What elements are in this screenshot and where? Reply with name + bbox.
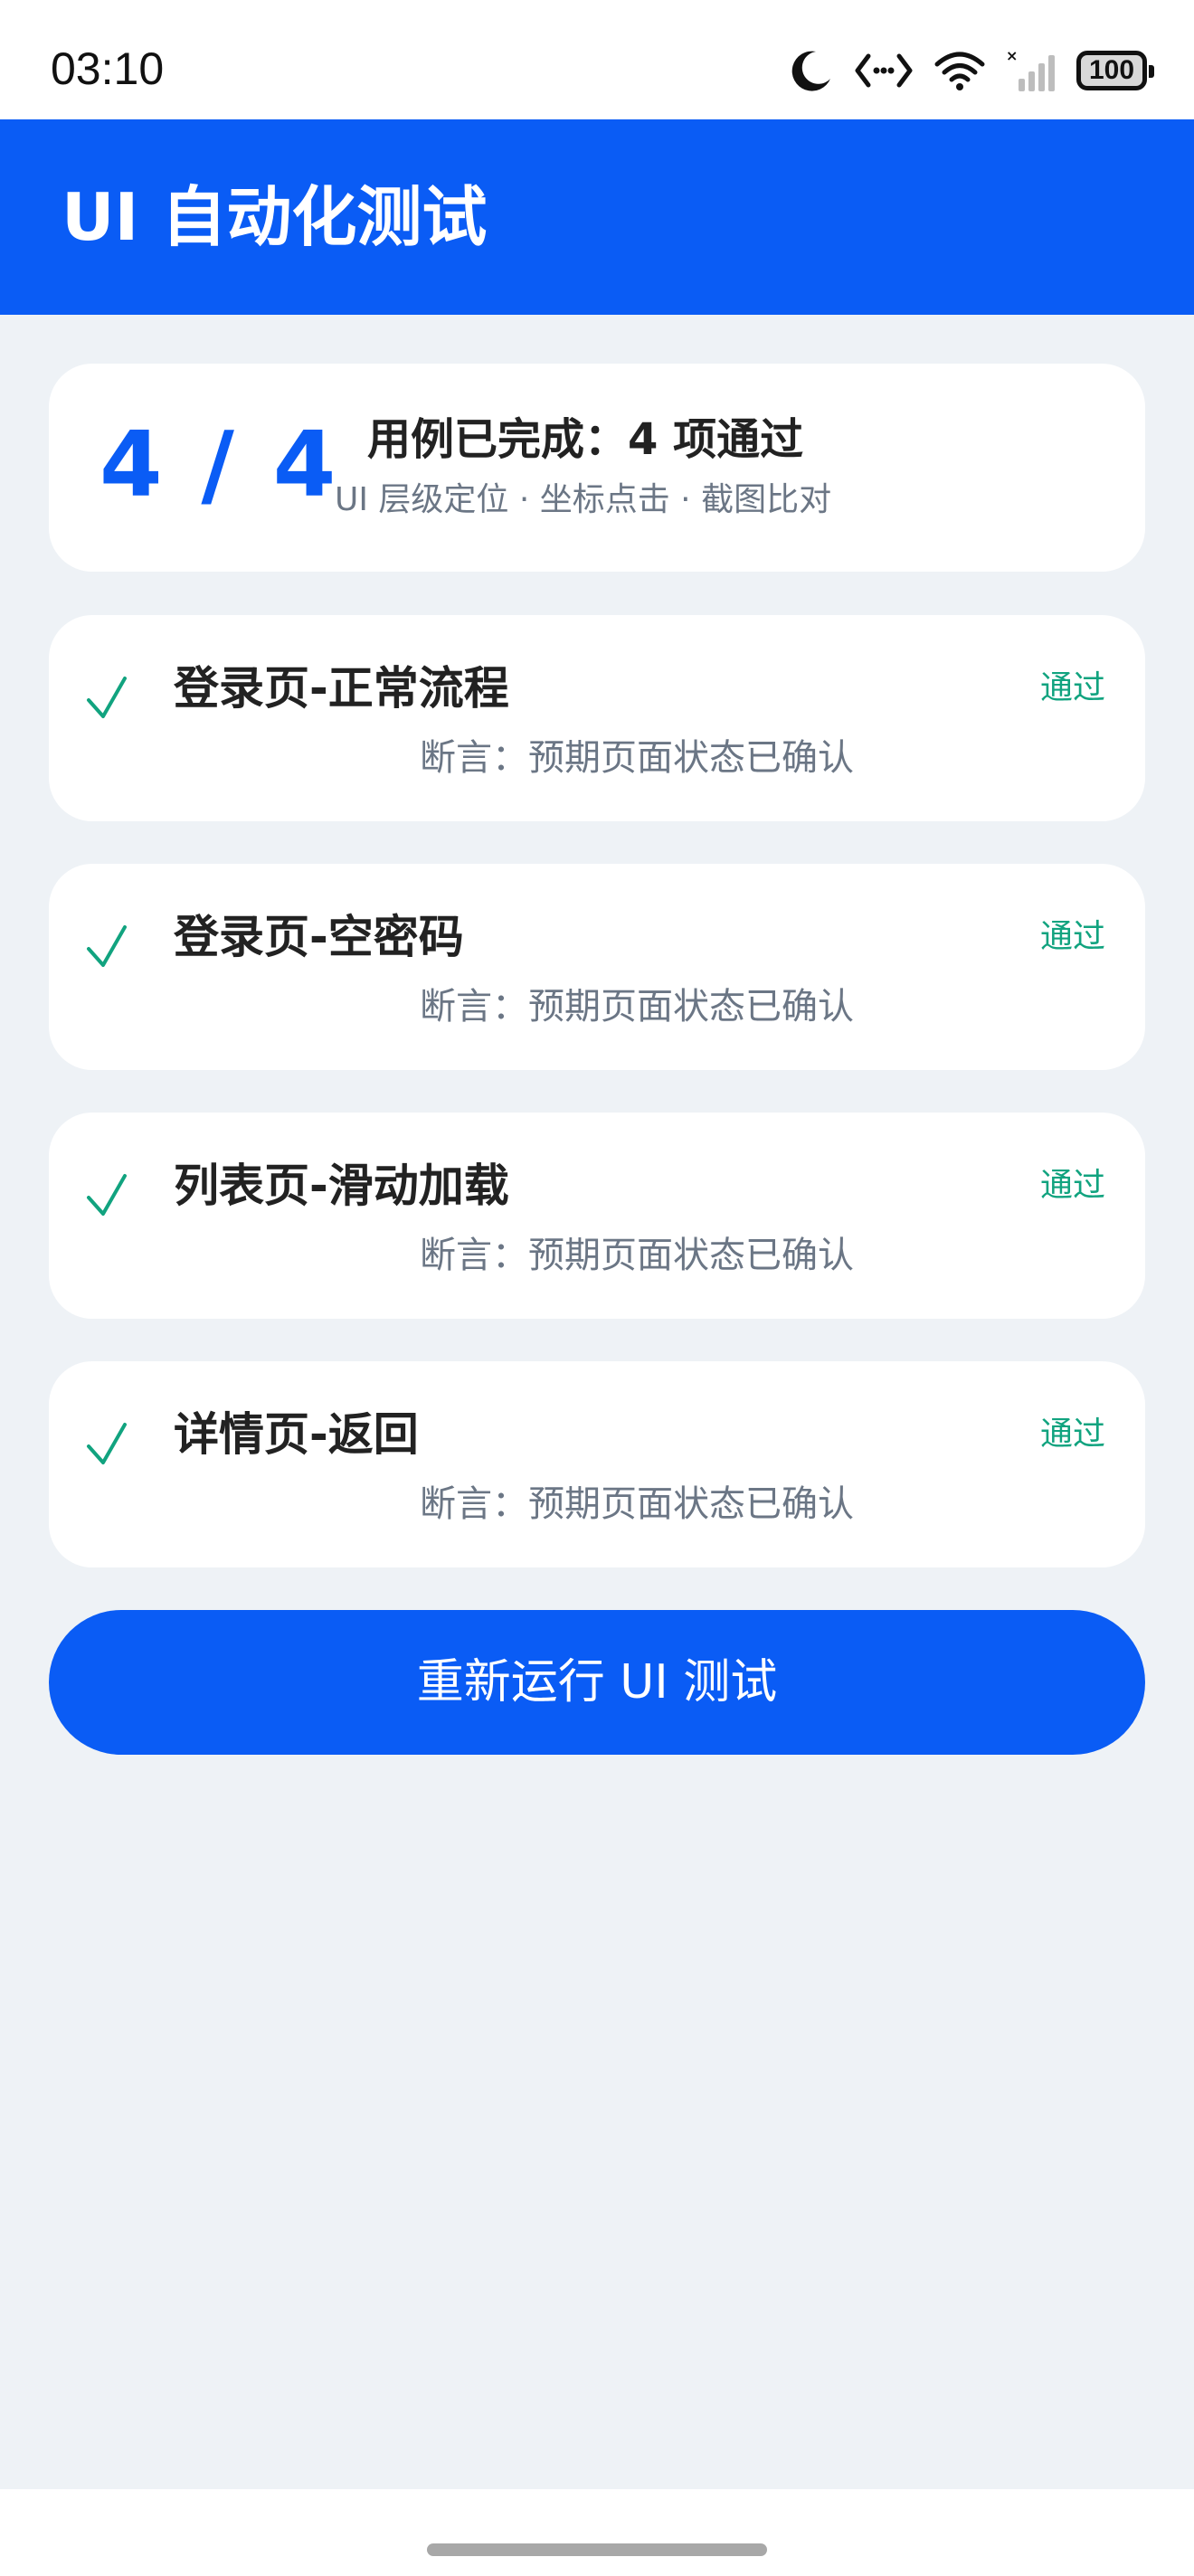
status-badge: 通过 [1039, 918, 1105, 955]
check-icon [87, 1174, 127, 1216]
test-case-name: 登录页-正常流程 [174, 662, 509, 715]
check-icon [87, 925, 127, 967]
signal-icon: × [1006, 48, 1057, 93]
page-title: UI 自动化测试 [62, 179, 488, 255]
summary-title: 用例已完成：4 项通过 [367, 414, 804, 465]
test-case-name: 列表页-滑动加载 [174, 1160, 509, 1212]
status-badge: 通过 [1039, 669, 1105, 706]
summary-card: 4 / 4 用例已完成：4 项通过 UI 层级定位 · 坐标点击 · 截图比对 [49, 364, 1145, 572]
check-icon [87, 677, 127, 718]
test-case-assertion: 断言：预期页面状态已确认 [420, 1235, 854, 1276]
test-case-card[interactable]: 列表页-滑动加载 断言：预期页面状态已确认 通过 [49, 1113, 1145, 1319]
test-case-assertion: 断言：预期页面状态已确认 [420, 737, 854, 779]
home-indicator[interactable] [427, 2543, 767, 2556]
test-case-card[interactable]: 详情页-返回 断言：预期页面状态已确认 通过 [49, 1361, 1145, 1567]
test-case-card[interactable]: 登录页-空密码 断言：预期页面状态已确认 通过 [49, 864, 1145, 1070]
moon-icon [789, 48, 834, 93]
test-case-name: 登录页-空密码 [174, 911, 464, 963]
test-case-assertion: 断言：预期页面状态已确认 [420, 1483, 854, 1525]
test-case-name: 详情页-返回 [174, 1408, 419, 1461]
navigation-bar [0, 2489, 1194, 2576]
svg-text:×: × [1006, 48, 1018, 64]
test-case-card[interactable]: 登录页-正常流程 断言：预期页面状态已确认 通过 [49, 615, 1145, 821]
battery-icon: 100 [1076, 51, 1154, 90]
app-bar: UI 自动化测试 [0, 119, 1194, 315]
summary-count: 4 / 4 [100, 412, 340, 517]
status-bar: 03:10 × 100 [0, 0, 1194, 119]
check-icon [87, 1423, 127, 1464]
code-icon [854, 51, 914, 90]
status-time: 03:10 [51, 43, 165, 94]
status-icons: × 100 [789, 42, 1154, 99]
status-badge: 通过 [1039, 1167, 1105, 1204]
status-badge: 通过 [1039, 1416, 1105, 1453]
rerun-tests-button[interactable]: 重新运行 UI 测试 [49, 1610, 1145, 1755]
wifi-icon [933, 50, 986, 91]
summary-subtitle: UI 层级定位 · 坐标点击 · 截图比对 [335, 481, 832, 518]
test-case-assertion: 断言：预期页面状态已确认 [420, 986, 854, 1028]
